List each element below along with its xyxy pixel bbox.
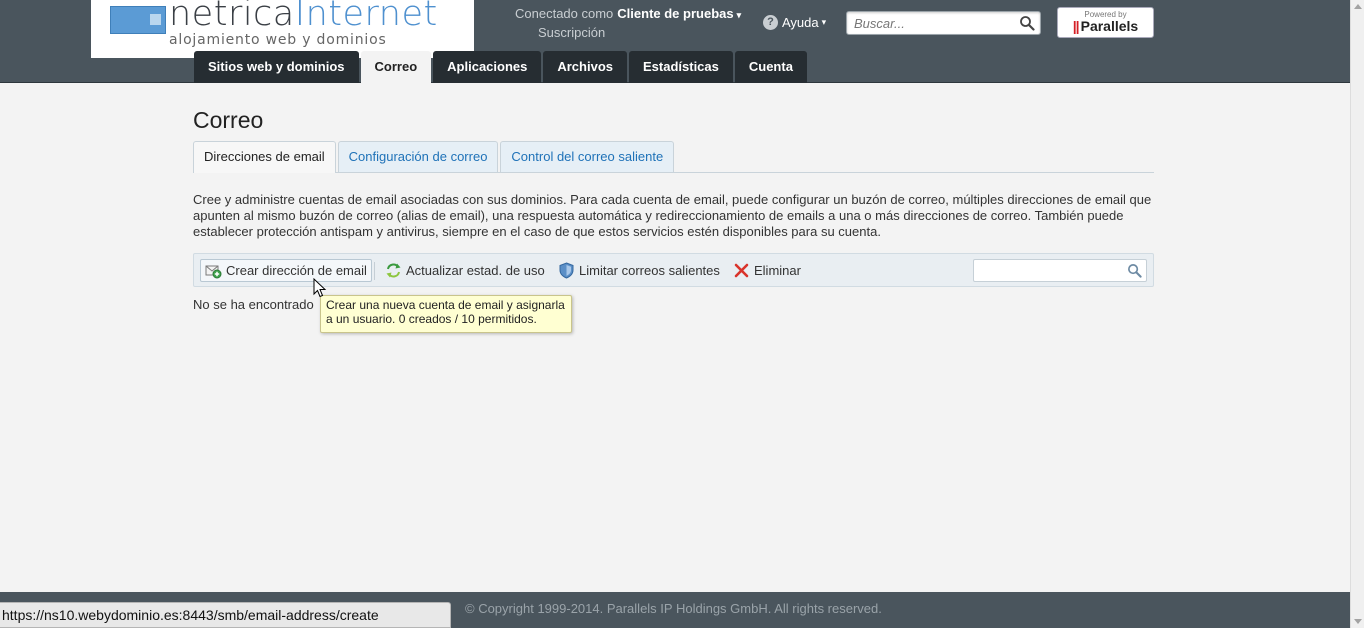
list-search-input[interactable]	[974, 260, 1124, 281]
mail-subtabs: Direcciones de email Configuración de co…	[193, 141, 1154, 173]
tab-account[interactable]: Cuenta	[734, 51, 807, 83]
tab-applications[interactable]: Aplicaciones	[433, 51, 542, 83]
refresh-icon	[386, 263, 401, 278]
logo-name: netricaInternet	[169, 0, 438, 34]
chevron-down-icon: ▾	[736, 10, 742, 20]
subscription-label[interactable]: Suscripción	[538, 24, 741, 42]
search-input[interactable]	[847, 12, 1012, 34]
help-menu[interactable]: ? Ayuda ▾	[763, 15, 826, 30]
parallels-logo: || Parallels	[1072, 18, 1139, 34]
create-email-button[interactable]: Crear dirección de email	[200, 259, 372, 282]
logo-mark	[110, 6, 166, 34]
browser-status-bar: https://ns10.webydominio.es:8443/smb/ema…	[0, 602, 451, 628]
scroll-up-icon[interactable]	[1354, 4, 1362, 9]
tab-statistics[interactable]: Estadísticas	[629, 51, 733, 83]
tab-files[interactable]: Archivos	[543, 51, 627, 83]
delete-label: Eliminar	[754, 263, 801, 278]
login-info: Conectado como Cliente de pruebas ▾ Suscri…	[515, 5, 741, 42]
toolbar-separator	[374, 262, 375, 280]
subtab-email-addresses[interactable]: Direcciones de email	[193, 141, 336, 173]
limit-outgoing-label: Limitar correos salientes	[579, 263, 720, 278]
user-menu[interactable]: Cliente de pruebas ▾	[617, 6, 741, 21]
top-header: netricaInternet alojamiento web y domini…	[0, 0, 1350, 84]
page-title: Correo	[193, 107, 264, 133]
subtab-outgoing-mail-control[interactable]: Control del correo saliente	[500, 141, 675, 172]
tab-mail[interactable]: Correo	[360, 51, 432, 84]
tab-websites-domains[interactable]: Sitios web y dominios	[194, 51, 359, 83]
main-navigation: Sitios web y dominios Correo Aplicacione…	[194, 51, 809, 84]
help-label: Ayuda	[782, 15, 819, 30]
delete-icon	[734, 263, 749, 278]
shield-icon	[559, 262, 574, 279]
copyright-text: © Copyright 1999-2014. Parallels IP Hold…	[465, 601, 882, 616]
subtab-mail-settings[interactable]: Configuración de correo	[337, 141, 499, 172]
refresh-usage-button[interactable]: Actualizar estad. de uso	[381, 259, 549, 282]
question-icon: ?	[763, 15, 778, 30]
add-mail-icon	[205, 265, 222, 279]
mouse-cursor-icon	[313, 278, 327, 298]
chevron-down-icon: ▾	[821, 17, 827, 27]
global-search	[846, 11, 1041, 35]
page-description: Cree y administre cuentas de email asoci…	[193, 192, 1152, 239]
list-search	[973, 259, 1147, 282]
search-icon[interactable]	[1019, 15, 1035, 31]
delete-button[interactable]: Eliminar	[729, 259, 805, 282]
create-email-label: Crear dirección de email	[226, 263, 367, 278]
connected-as-label: Conectado como	[515, 6, 614, 21]
vertical-scrollbar[interactable]	[1350, 0, 1364, 628]
empty-list-message: No se ha encontrado	[193, 297, 314, 312]
site-logo[interactable]: netricaInternet alojamiento web y domini…	[91, 0, 474, 58]
list-toolbar: Crear dirección de email Actualizar esta…	[193, 253, 1154, 287]
create-email-tooltip: Crear una nueva cuenta de email y asigna…	[320, 295, 572, 333]
scroll-down-icon[interactable]	[1354, 619, 1362, 624]
search-icon[interactable]	[1127, 263, 1142, 278]
refresh-usage-label: Actualizar estad. de uso	[406, 263, 545, 278]
powered-by-badge[interactable]: Powered by || Parallels	[1057, 7, 1154, 38]
logo-tagline: alojamiento web y dominios	[169, 32, 387, 48]
limit-outgoing-button[interactable]: Limitar correos salientes	[554, 259, 724, 282]
